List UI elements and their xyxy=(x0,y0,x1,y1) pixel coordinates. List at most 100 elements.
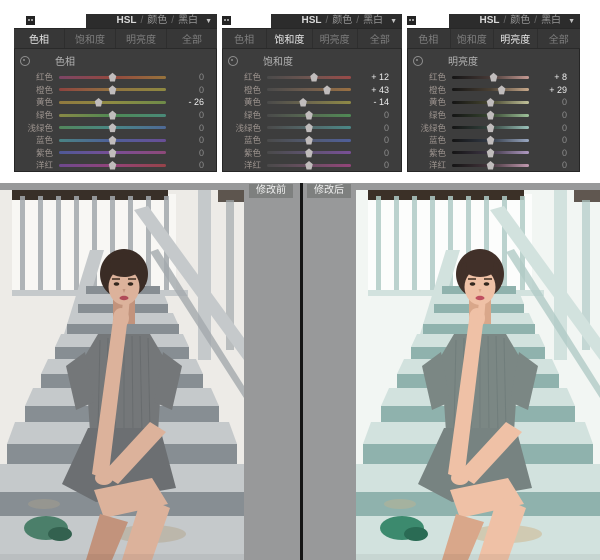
slider-knob[interactable] xyxy=(486,111,495,120)
slider-knob[interactable] xyxy=(108,73,117,82)
tab-饱和度[interactable]: 饱和度 xyxy=(64,29,115,48)
slider-value[interactable]: 0 xyxy=(172,160,204,170)
panel-header[interactable]: HSL/颜色/黑白▼ xyxy=(271,14,402,28)
slider-track[interactable] xyxy=(452,164,529,167)
tab-明亮度[interactable]: 明亮度 xyxy=(312,29,357,48)
slider-track[interactable] xyxy=(267,101,351,104)
slider-track[interactable] xyxy=(452,126,529,129)
slider-knob[interactable] xyxy=(305,161,314,170)
tab-色相[interactable]: 色相 xyxy=(222,29,266,48)
slider-track[interactable] xyxy=(452,139,529,142)
slider-knob[interactable] xyxy=(489,73,498,82)
slider-value[interactable]: 0 xyxy=(535,97,567,107)
slider-knob[interactable] xyxy=(323,85,332,94)
slider-value[interactable]: 0 xyxy=(172,148,204,158)
slider-track[interactable] xyxy=(267,126,351,129)
after-label-badge: 修改后 xyxy=(307,184,351,198)
slider-value[interactable]: 0 xyxy=(357,135,389,145)
slider-row: 黄色- 26 xyxy=(15,96,216,109)
slider-track[interactable] xyxy=(452,88,529,91)
slider-knob[interactable] xyxy=(108,123,117,132)
slider-track[interactable] xyxy=(59,101,166,104)
slider-value[interactable]: 0 xyxy=(172,110,204,120)
slider-knob[interactable] xyxy=(497,85,506,94)
targeted-adjustment-icon[interactable] xyxy=(413,56,423,66)
panel-header[interactable]: HSL/颜色/黑白▼ xyxy=(86,14,217,28)
slider-track[interactable] xyxy=(267,88,351,91)
slider-value[interactable]: 0 xyxy=(535,110,567,120)
slider-track[interactable] xyxy=(452,151,529,154)
slider-value[interactable]: 0 xyxy=(357,160,389,170)
collapse-caret-icon[interactable]: ▼ xyxy=(205,18,212,25)
slider-value[interactable]: 0 xyxy=(535,160,567,170)
compare-divider xyxy=(300,183,303,560)
slider-track[interactable] xyxy=(59,88,166,91)
tab-全部[interactable]: 全部 xyxy=(537,29,581,48)
slider-track[interactable] xyxy=(267,164,351,167)
slider-value[interactable]: 0 xyxy=(172,135,204,145)
slider-label: 浅绿色 xyxy=(17,122,53,134)
slider-knob[interactable] xyxy=(305,148,314,157)
slider-value[interactable]: 0 xyxy=(357,148,389,158)
slider-knob[interactable] xyxy=(108,136,117,145)
slider-knob[interactable] xyxy=(310,73,319,82)
collapse-caret-icon[interactable]: ▼ xyxy=(568,18,575,25)
slider-track[interactable] xyxy=(59,76,166,79)
tab-饱和度[interactable]: 饱和度 xyxy=(266,29,311,48)
slider-track[interactable] xyxy=(267,151,351,154)
slider-knob[interactable] xyxy=(486,161,495,170)
slider-track[interactable] xyxy=(267,114,351,117)
slider-value[interactable]: + 29 xyxy=(535,85,567,95)
slider-value[interactable]: + 8 xyxy=(535,72,567,82)
tab-色相[interactable]: 色相 xyxy=(14,29,64,48)
targeted-adjustment-icon[interactable] xyxy=(20,56,30,66)
slider-value[interactable]: 0 xyxy=(172,85,204,95)
slider-track[interactable] xyxy=(452,101,529,104)
tab-色相[interactable]: 色相 xyxy=(407,29,450,48)
after-photo[interactable] xyxy=(356,190,600,560)
slider-track[interactable] xyxy=(267,76,351,79)
slider-track[interactable] xyxy=(452,76,529,79)
slider-value[interactable]: + 43 xyxy=(357,85,389,95)
slider-track[interactable] xyxy=(59,126,166,129)
slider-value[interactable]: 0 xyxy=(172,72,204,82)
slider-value[interactable]: - 26 xyxy=(172,97,204,107)
panel-header[interactable]: HSL/颜色/黑白▼ xyxy=(449,14,580,28)
tab-明亮度[interactable]: 明亮度 xyxy=(493,29,537,48)
tab-全部[interactable]: 全部 xyxy=(357,29,402,48)
slider-knob[interactable] xyxy=(108,85,117,94)
slider-knob[interactable] xyxy=(299,98,308,107)
slider-knob[interactable] xyxy=(108,148,117,157)
slider-knob[interactable] xyxy=(108,111,117,120)
before-photo[interactable] xyxy=(0,190,244,560)
slider-value[interactable]: + 12 xyxy=(357,72,389,82)
slider-knob[interactable] xyxy=(305,136,314,145)
slider-knob[interactable] xyxy=(486,148,495,157)
slider-value[interactable]: 0 xyxy=(535,135,567,145)
slider-knob[interactable] xyxy=(486,98,495,107)
slider-value[interactable]: - 14 xyxy=(357,97,389,107)
tab-饱和度[interactable]: 饱和度 xyxy=(450,29,494,48)
slider-knob[interactable] xyxy=(486,136,495,145)
slider-knob[interactable] xyxy=(305,123,314,132)
slider-track[interactable] xyxy=(59,114,166,117)
tab-明亮度[interactable]: 明亮度 xyxy=(115,29,166,48)
slider-track[interactable] xyxy=(59,139,166,142)
slider-value[interactable]: 0 xyxy=(535,123,567,133)
targeted-adjustment-icon[interactable] xyxy=(228,56,238,66)
slider-value[interactable]: 0 xyxy=(535,148,567,158)
slider-value[interactable]: 0 xyxy=(172,123,204,133)
slider-value[interactable]: 0 xyxy=(357,110,389,120)
tab-全部[interactable]: 全部 xyxy=(166,29,217,48)
slider-value[interactable]: 0 xyxy=(357,123,389,133)
slider-knob[interactable] xyxy=(108,161,117,170)
slider-track[interactable] xyxy=(267,139,351,142)
slider-track[interactable] xyxy=(59,164,166,167)
slider-knob[interactable] xyxy=(94,98,103,107)
slider-knob[interactable] xyxy=(305,111,314,120)
slider-track[interactable] xyxy=(452,114,529,117)
slider-track[interactable] xyxy=(59,151,166,154)
slider-knob[interactable] xyxy=(486,123,495,132)
panel-title-part: HSL xyxy=(117,14,137,28)
collapse-caret-icon[interactable]: ▼ xyxy=(390,18,397,25)
